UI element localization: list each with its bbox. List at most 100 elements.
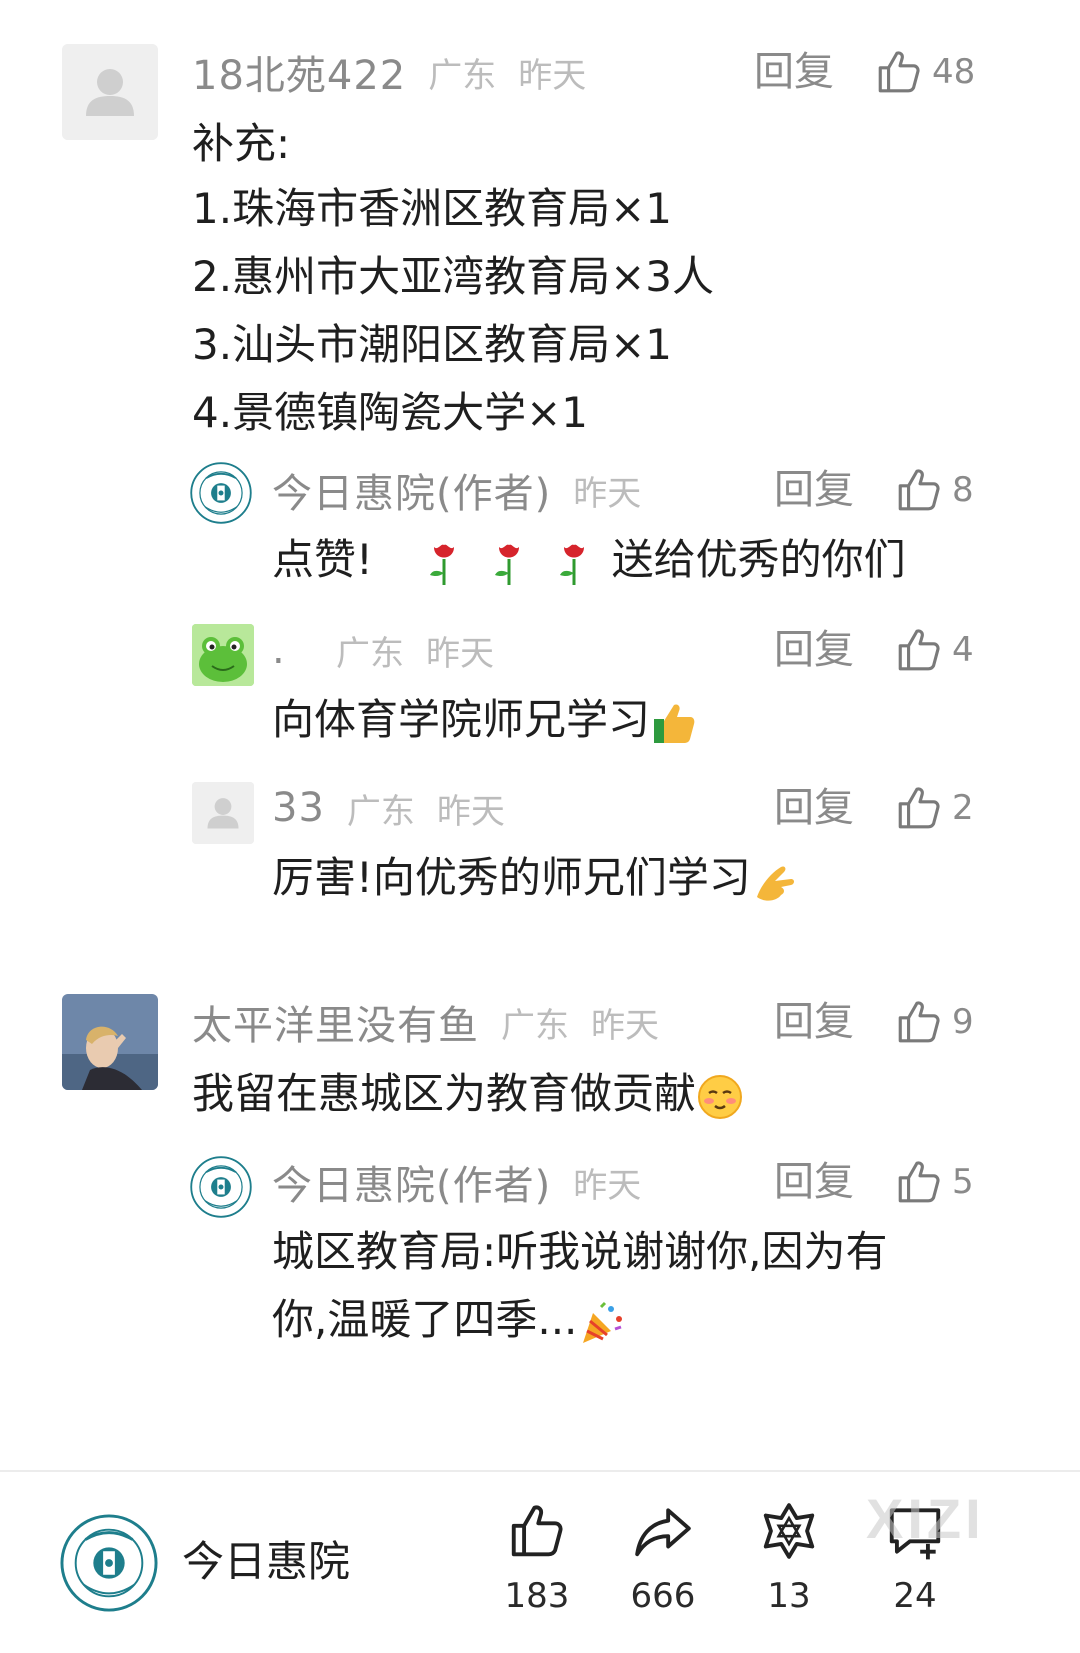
bottom-action-bar: 今日惠院 183 666 13 24 bbox=[0, 1470, 1080, 1653]
reply-button[interactable]: 回复 bbox=[774, 1152, 854, 1212]
reply-button[interactable]: 回复 bbox=[774, 620, 854, 680]
reply-meta: 33 广东 昨天 bbox=[272, 778, 505, 838]
share-action[interactable]: 666 bbox=[608, 1500, 718, 1618]
star-outline-icon bbox=[763, 1503, 815, 1559]
collect-action[interactable]: 13 bbox=[734, 1500, 844, 1618]
reply-text: 向体育学院师兄学习 bbox=[272, 686, 698, 754]
username[interactable]: 33 bbox=[272, 785, 325, 831]
blushing-face-emoji bbox=[696, 1073, 744, 1121]
reply-line: 城区教育局:听我说谢谢你,因为有 bbox=[272, 1227, 888, 1276]
comment-line: 2.惠州市大亚湾教育局×3人 bbox=[192, 252, 714, 301]
region-label: 广东 bbox=[501, 1005, 569, 1046]
party-popper-emoji bbox=[577, 1299, 625, 1347]
like-count: 5 bbox=[952, 1162, 974, 1202]
rose-emoji bbox=[420, 539, 468, 587]
like-count: 48 bbox=[932, 52, 976, 92]
comment-line: 补充: bbox=[192, 119, 291, 168]
comment-action[interactable]: 24 bbox=[860, 1500, 970, 1618]
pinched-fingers-emoji bbox=[751, 857, 799, 905]
collect-count: 13 bbox=[767, 1576, 811, 1616]
reply-button[interactable]: 回复 bbox=[754, 42, 834, 102]
reply-text-content: 向体育学院师兄学习 bbox=[272, 695, 651, 744]
username[interactable]: 今日惠院(作者) bbox=[272, 1153, 551, 1211]
like-count: 2 bbox=[952, 788, 974, 828]
like-action[interactable]: 183 bbox=[482, 1500, 592, 1618]
reply-meta: 今日惠院(作者) 昨天 bbox=[272, 460, 641, 520]
username[interactable]: 18北苑422 bbox=[192, 43, 406, 101]
avatar[interactable] bbox=[192, 782, 254, 844]
account-avatar[interactable] bbox=[60, 1514, 158, 1612]
reply-line: 你,温暖了四季... bbox=[272, 1286, 888, 1354]
like-count: 8 bbox=[952, 470, 974, 510]
like-button[interactable]: 9 bbox=[894, 992, 974, 1052]
like-button[interactable]: 4 bbox=[894, 620, 974, 680]
reply-meta: 今日惠院(作者) 昨天 bbox=[272, 1152, 641, 1212]
avatar[interactable] bbox=[62, 44, 158, 140]
reply-button[interactable]: 回复 bbox=[774, 460, 854, 520]
comment-text-content: 我留在惠城区为教育做贡献 bbox=[192, 1069, 697, 1118]
like-button[interactable]: 48 bbox=[874, 42, 975, 102]
comment-count: 24 bbox=[893, 1576, 937, 1616]
comment-text: 我留在惠城区为教育做贡献 bbox=[192, 1060, 744, 1128]
reply-line-text: 你,温暖了四季... bbox=[272, 1295, 578, 1344]
default-avatar-icon bbox=[62, 44, 158, 140]
comment-meta: 太平洋里没有鱼 广东 昨天 bbox=[192, 992, 659, 1052]
reply-button[interactable]: 回复 bbox=[774, 778, 854, 838]
comment-line: 1.珠海市香洲区教育局×1 bbox=[192, 184, 672, 233]
like-count: 4 bbox=[952, 630, 974, 670]
school-logo-icon bbox=[60, 1514, 158, 1612]
like-button[interactable]: 8 bbox=[894, 460, 974, 520]
thumbs-up-emoji bbox=[650, 699, 698, 747]
school-logo-icon bbox=[190, 1156, 252, 1218]
time-label: 昨天 bbox=[573, 1165, 642, 1206]
rose-emoji bbox=[485, 539, 533, 587]
reply-text-content: 厉害!向优秀的师兄们学习 bbox=[272, 853, 751, 902]
reply-text: 点赞! 送给优秀的你们 bbox=[272, 526, 906, 594]
comment-item: 太平洋里没有鱼 广东 昨天 回复 9 我留在惠城区为教育做贡献 今日惠院(作者)… bbox=[0, 950, 1080, 1470]
rose-emoji bbox=[550, 539, 598, 587]
avatar[interactable] bbox=[62, 994, 158, 1090]
like-count: 183 bbox=[504, 1576, 570, 1616]
like-button[interactable]: 2 bbox=[894, 778, 974, 838]
region-label: 广东 bbox=[428, 55, 497, 96]
like-count: 9 bbox=[952, 1002, 974, 1042]
thumbs-up-outline-icon bbox=[894, 783, 944, 833]
time-label: 昨天 bbox=[426, 633, 494, 674]
thumbs-up-outline-icon bbox=[894, 625, 944, 675]
comment-line: 3.汕头市潮阳区教育局×1 bbox=[192, 320, 672, 369]
default-avatar-icon bbox=[192, 782, 254, 844]
thumbs-up-outline-icon bbox=[894, 1157, 944, 1207]
comment-meta: 18北苑422 广东 昨天 bbox=[192, 42, 586, 102]
comment-line: 4.景德镇陶瓷大学×1 bbox=[192, 388, 588, 437]
comment-item: 18北苑422 广东 昨天 回复 48 补充: 1.珠海市香洲区教育局×1 2.… bbox=[0, 0, 1080, 950]
comment-list: 18北苑422 广东 昨天 回复 48 补充: 1.珠海市香洲区教育局×1 2.… bbox=[0, 0, 1080, 1470]
avatar[interactable] bbox=[190, 462, 252, 524]
like-button[interactable]: 5 bbox=[894, 1152, 974, 1212]
time-label: 昨天 bbox=[573, 473, 642, 514]
thumbs-up-outline-icon bbox=[511, 1505, 563, 1557]
share-arrow-icon bbox=[635, 1508, 691, 1557]
reply-text: 城区教育局:听我说谢谢你,因为有 你,温暖了四季... bbox=[272, 1218, 888, 1354]
time-label: 昨天 bbox=[436, 791, 505, 832]
avatar[interactable] bbox=[192, 624, 254, 686]
username[interactable]: 太平洋里没有鱼 bbox=[192, 993, 479, 1051]
username[interactable]: . bbox=[272, 627, 312, 673]
reply-text-end: 送给优秀的你们 bbox=[611, 535, 906, 584]
region-label: 广东 bbox=[336, 633, 404, 674]
frog-avatar-icon bbox=[192, 624, 254, 686]
photo-avatar-icon bbox=[62, 994, 158, 1090]
region-label: 广东 bbox=[346, 791, 415, 832]
reply-button[interactable]: 回复 bbox=[774, 992, 854, 1052]
school-logo-icon bbox=[190, 462, 252, 524]
thumbs-up-outline-icon bbox=[894, 997, 944, 1047]
time-label: 昨天 bbox=[591, 1005, 659, 1046]
comment-add-icon bbox=[889, 1508, 941, 1560]
account-name[interactable]: 今日惠院 bbox=[182, 1532, 350, 1592]
avatar[interactable] bbox=[190, 1156, 252, 1218]
reply-meta: . 广东 昨天 bbox=[272, 620, 494, 680]
reply-text-start: 点赞! bbox=[272, 535, 373, 584]
username[interactable]: 今日惠院(作者) bbox=[272, 461, 551, 519]
comment-text: 补充: 1.珠海市香洲区教育局×1 2.惠州市大亚湾教育局×3人 3.汕头市潮阳… bbox=[192, 110, 714, 447]
share-count: 666 bbox=[630, 1576, 696, 1616]
reply-text: 厉害!向优秀的师兄们学习 bbox=[272, 844, 799, 912]
